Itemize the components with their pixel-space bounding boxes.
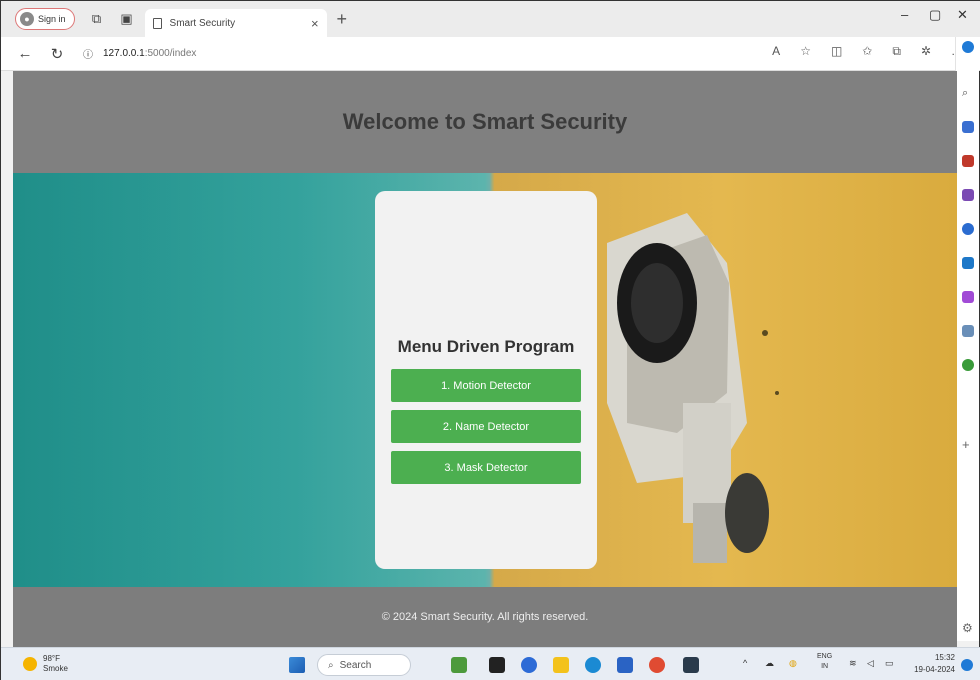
name-detector-button[interactable]: 2. Name Detector [391,410,581,443]
menu-title: Menu Driven Program [397,337,575,356]
collections-icon[interactable]: ⧉ [892,44,901,59]
add-icon[interactable]: + [962,437,974,452]
tab-smart-security[interactable]: Smart Security × [144,9,327,37]
chrome-icon[interactable] [649,657,665,673]
sidebar-rail: ⌕ + ⚙ [955,37,979,641]
chat-icon[interactable] [521,657,537,673]
restore-icon[interactable]: ▢ [929,7,941,23]
weather-desc: Smoke [43,664,68,673]
battery-icon[interactable]: ▭ [885,658,894,669]
taskbar: 98°F Smoke ⌕ Search ^ ☁ ◍ ENG IN ≋ ◁ ▭ 1… [1,647,980,680]
workspaces-icon[interactable]: ⧉ [89,11,105,27]
close-tab-icon[interactable]: × [311,16,319,31]
language-indicator[interactable]: ENG IN [817,652,832,672]
back-icon[interactable]: ← [17,45,33,62]
volume-icon[interactable]: ◁ [867,658,874,669]
split-screen-icon[interactable]: ◫ [831,44,842,59]
mask-detector-button[interactable]: 3. Mask Detector [391,451,581,484]
new-tab-icon[interactable]: + [337,9,348,30]
file-explorer-icon[interactable] [553,657,569,673]
outlook-icon[interactable] [962,257,974,269]
chevron-up-icon[interactable]: ^ [743,658,747,668]
weather-widget[interactable]: 98°F Smoke [23,654,68,674]
terminal-icon[interactable] [683,657,699,673]
browser-window: ● Sign in ⧉ ▣ Smart Security × + – ▢ ✕ ←… [0,0,980,680]
tab-actions-icon[interactable]: ▣ [119,11,135,27]
app-icon[interactable] [451,657,467,673]
info-icon: ⓘ [83,50,93,61]
page-footer: © 2024 Smart Security. All rights reserv… [13,587,957,647]
security-camera-image [607,213,779,563]
extensions-icon[interactable]: ✲ [921,44,931,59]
tab-bar: ● Sign in ⧉ ▣ Smart Security × + – ▢ ✕ [1,1,980,37]
copilot-icon[interactable] [962,41,974,53]
search-placeholder: Search [339,659,372,671]
sign-in-label: Sign in [38,14,66,24]
app-icon[interactable] [489,657,505,673]
refresh-icon[interactable]: ↻ [49,45,65,63]
settings-icon[interactable]: ⚙ [962,621,974,635]
search-icon[interactable]: ⌕ [962,87,974,99]
profile-icon: ● [20,12,34,26]
windows-start-icon[interactable] [289,657,305,673]
tree-icon[interactable] [962,359,974,371]
store-icon[interactable] [617,657,633,673]
search-icon: ⌕ [328,659,334,671]
cloud-icon[interactable]: ☁ [765,658,774,669]
sign-in-button[interactable]: ● Sign in [15,8,75,30]
url-path: :5000/index [144,48,197,59]
motion-detector-button[interactable]: 1. Motion Detector [391,369,581,402]
close-window-icon[interactable]: ✕ [957,7,968,23]
web-page: Welcome to Smart Security Menu Driven Pr… [13,71,957,647]
toolbox-icon[interactable] [962,155,974,167]
menu-card: Menu Driven Program 1. Motion Detector 2… [375,191,597,569]
designer-icon[interactable] [962,291,974,303]
tag-icon[interactable] [962,121,974,133]
weather-temp: 98°F [43,654,60,663]
games-icon[interactable] [962,325,974,337]
taskbar-search[interactable]: ⌕ Search [317,654,411,676]
hero-background: Menu Driven Program 1. Motion Detector 2… [13,173,957,587]
read-aloud-icon[interactable]: A [772,44,780,59]
lang-top: ENG [817,653,833,660]
clock[interactable]: 15:32 19-04-2024 [914,652,955,676]
notification-icon[interactable] [961,659,973,671]
tab-title: Smart Security [169,17,236,29]
footer-text: © 2024 Smart Security. All rights reserv… [381,611,589,623]
url-field[interactable]: ⓘ 127.0.0.1:5000/index [83,46,196,61]
wifi-icon[interactable]: ≋ [849,658,857,669]
edge-icon[interactable] [585,657,601,673]
app-tray-icon[interactable]: ◍ [789,658,797,669]
favorites-icon[interactable]: ✩ [862,44,872,59]
favorite-icon[interactable]: ☆ [800,44,811,59]
sun-icon [23,657,37,671]
address-bar: ← ↻ ⓘ 127.0.0.1:5000/index A ☆ ◫ ✩ ⧉ ✲ … [1,37,980,71]
people-icon[interactable] [962,189,974,201]
lang-bottom: IN [821,663,829,670]
page-header: Welcome to Smart Security [13,71,957,173]
clock-date: 19-04-2024 [914,665,955,674]
page-icon [152,17,162,29]
office-icon[interactable] [962,223,974,235]
clock-time: 15:32 [934,653,955,662]
minimize-icon[interactable]: – [901,7,908,22]
url-host: 127.0.0.1 [103,48,145,59]
page-title: Welcome to Smart Security [342,109,628,134]
